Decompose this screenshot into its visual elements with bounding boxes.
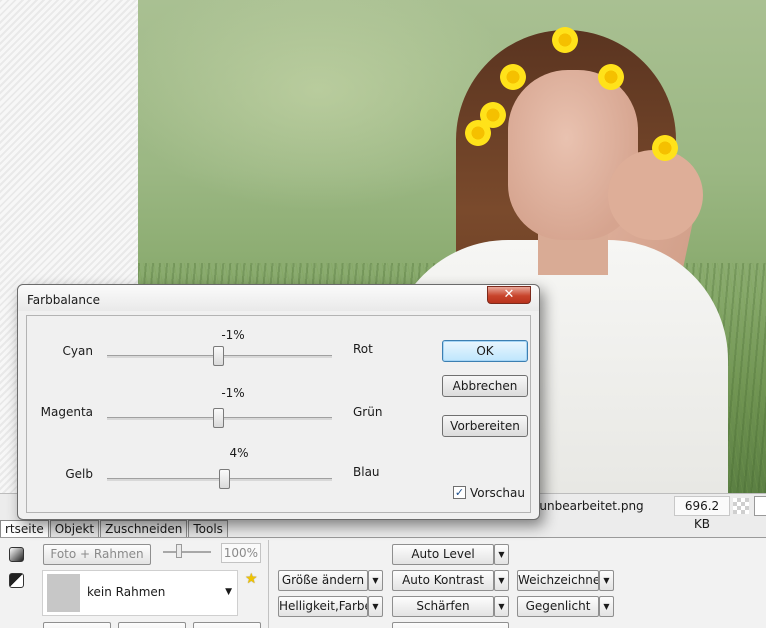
dialog-title: Farbbalance [27, 293, 100, 307]
photo-flower [463, 118, 493, 148]
tab-startseite[interactable]: rtseite [0, 520, 49, 538]
zoom-percent-field[interactable]: 100% [221, 543, 261, 563]
frame-thumbnail [47, 574, 80, 612]
backlight-button[interactable]: Gegenlicht [517, 596, 599, 617]
photo-hand [608, 150, 703, 240]
toolbar-button-partial[interactable] [43, 622, 111, 628]
tab-bar: rtseite Objekt Zuschneiden Tools [0, 520, 229, 538]
frame-select-label: kein Rahmen [87, 585, 166, 599]
close-icon: ✕ [503, 287, 515, 302]
preview-checkbox[interactable]: ✓ [453, 486, 466, 499]
ok-button[interactable]: OK [442, 340, 528, 362]
sharpen-button[interactable]: Schärfen [392, 596, 494, 617]
cyan-red-value: -1% [221, 328, 245, 342]
close-button[interactable]: ✕ [487, 286, 531, 304]
dialog-titlebar[interactable]: Farbbalance ✕ [18, 285, 539, 311]
brightness-color-dropdown[interactable]: ▼ [368, 596, 383, 617]
magenta-green-value: -1% [221, 386, 245, 400]
resize-dropdown[interactable]: ▼ [368, 570, 383, 591]
status-filesize: 696.2 KB [674, 496, 730, 531]
toolbar-button-partial[interactable] [118, 622, 186, 628]
chevron-down-icon: ▼ [225, 587, 232, 597]
zoom-slider-track[interactable] [163, 551, 211, 553]
sharpen-dropdown[interactable]: ▼ [494, 596, 509, 617]
yellow-label: Gelb [65, 467, 93, 481]
color-balance-dialog: Farbbalance ✕ -1% Cyan Rot -1% Magenta G… [17, 284, 540, 520]
dialog-body: -1% Cyan Rot -1% Magenta Grün 4% Gelb Bl… [26, 315, 531, 513]
red-label: Rot [353, 342, 373, 356]
cyan-red-slider-thumb[interactable] [212, 346, 224, 366]
yellow-blue-slider-thumb[interactable] [218, 469, 230, 489]
backlight-dropdown[interactable]: ▼ [599, 596, 614, 617]
photo-flower [650, 133, 680, 163]
soften-button[interactable]: Weichzeichner [517, 570, 599, 591]
contrast-icon[interactable] [9, 573, 24, 588]
magenta-green-slider-thumb[interactable] [212, 408, 224, 428]
tab-objekt[interactable]: Objekt [49, 520, 100, 538]
tab-zuschneiden[interactable]: Zuschneiden [100, 520, 188, 538]
resize-button[interactable]: Größe ändern [278, 570, 368, 591]
zoom-field[interactable] [754, 496, 766, 516]
auto-level-button[interactable]: Auto Level [392, 544, 494, 565]
photo-flower [498, 62, 528, 92]
checkerboard-icon[interactable] [733, 498, 749, 514]
toolbar-button-partial[interactable] [193, 622, 261, 628]
photo-frame-button[interactable]: Foto + Rahmen [43, 544, 151, 565]
tab-tools[interactable]: Tools [188, 520, 228, 538]
cyan-label: Cyan [62, 344, 93, 358]
auto-contrast-dropdown[interactable]: ▼ [494, 570, 509, 591]
yellow-blue-value: 4% [229, 446, 249, 460]
zoom-slider-thumb[interactable] [176, 544, 182, 558]
status-filename: eunbearbeitet.png [532, 499, 644, 513]
photo-flower [550, 25, 580, 55]
toolbar-button-partial[interactable] [392, 622, 509, 628]
gradient-square-icon[interactable] [9, 547, 24, 562]
brightness-color-button[interactable]: Helligkeit,Farbe [278, 596, 368, 617]
frame-select[interactable]: kein Rahmen ▼ [42, 570, 238, 616]
auto-contrast-button[interactable]: Auto Kontrast [392, 570, 494, 591]
soften-dropdown[interactable]: ▼ [599, 570, 614, 591]
auto-level-dropdown[interactable]: ▼ [494, 544, 509, 565]
star-icon[interactable]: ★ [245, 571, 258, 587]
green-label: Grün [353, 405, 383, 419]
prepare-button[interactable]: Vorbereiten [442, 415, 528, 437]
blue-label: Blau [353, 465, 380, 479]
photo-flower [596, 62, 626, 92]
cancel-button[interactable]: Abbrechen [442, 375, 528, 397]
magenta-label: Magenta [40, 405, 93, 419]
toolbar-divider [268, 540, 269, 628]
preview-label[interactable]: Vorschau [470, 486, 525, 500]
